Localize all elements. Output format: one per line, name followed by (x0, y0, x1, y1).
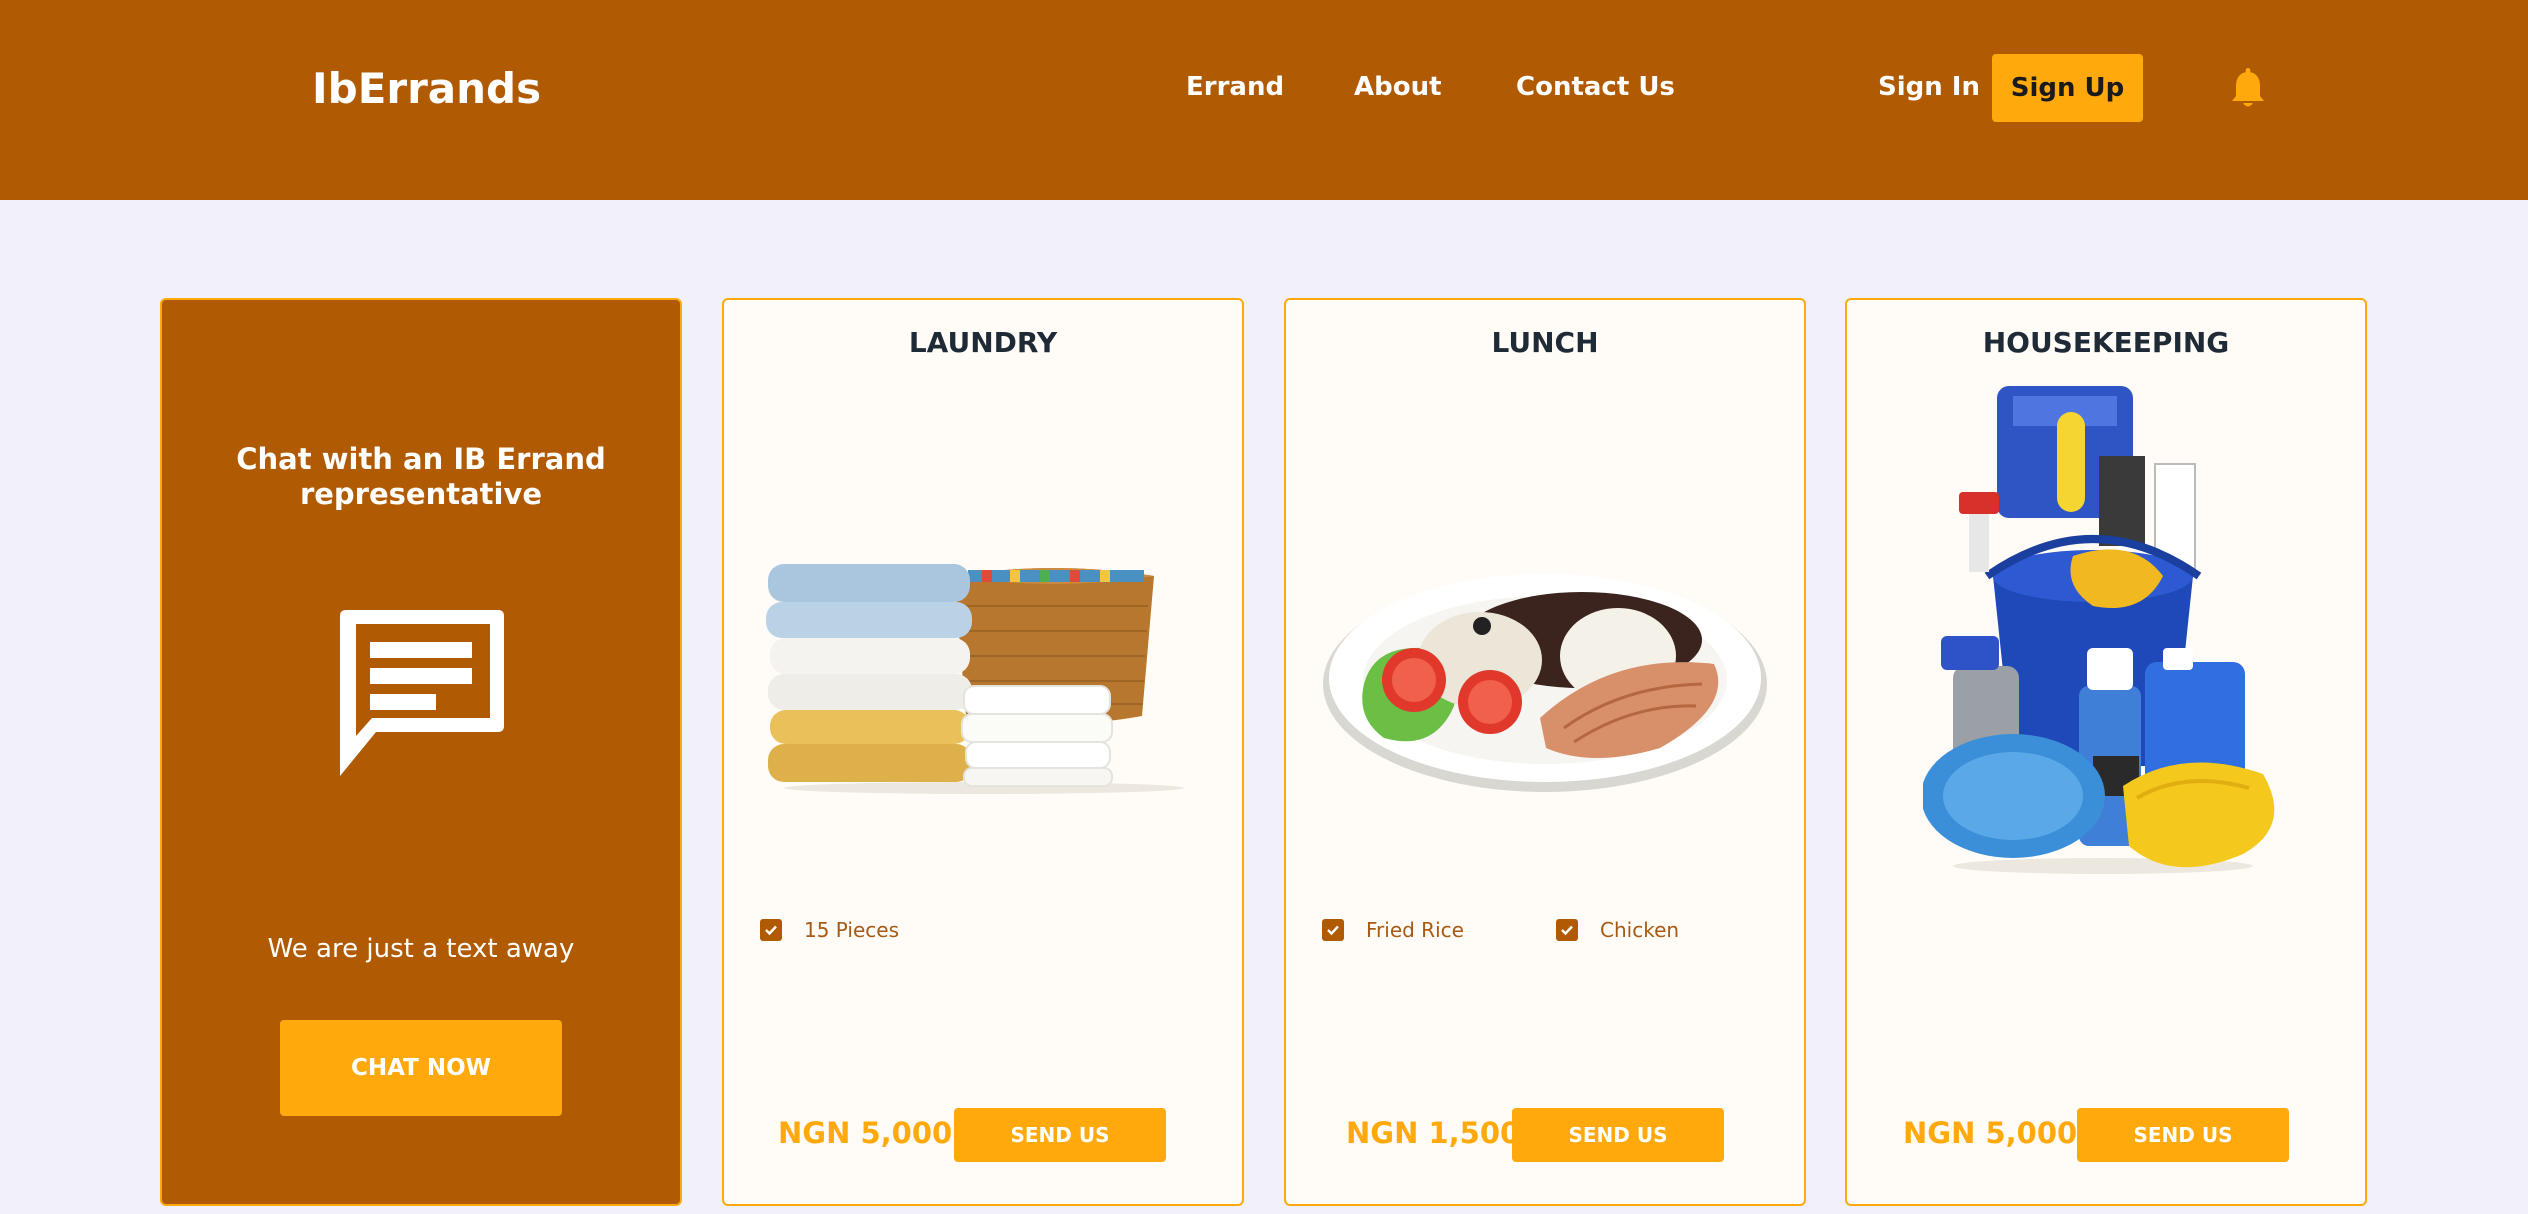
option-chicken[interactable]: Chicken (1556, 918, 1679, 942)
navbar: IbErrands Errand About Contact Us Sign I… (0, 0, 2528, 200)
service-card-laundry: LAUNDRY 15 Pieces NGN 5,000 SEND US (722, 298, 1244, 1206)
laundry-image (764, 556, 1204, 800)
chat-card-title: Chat with an IB Errand representative (236, 442, 606, 511)
send-us-button[interactable]: SEND US (2077, 1108, 2289, 1162)
service-card-lunch: LUNCH Fried Rice Chicken NGN 1,500 SEND … (1284, 298, 1806, 1206)
option-15-pieces[interactable]: 15 Pieces (760, 918, 899, 942)
service-title: LUNCH (1491, 326, 1599, 359)
option-fried-rice[interactable]: Fried Rice (1322, 918, 1464, 942)
chat-message-icon (336, 606, 508, 776)
checkbox-checked-icon[interactable] (760, 919, 782, 941)
option-label: Fried Rice (1366, 918, 1464, 942)
housekeeping-image (1921, 386, 2283, 880)
send-us-button[interactable]: SEND US (1512, 1108, 1724, 1162)
nav-link-contact-us[interactable]: Contact Us (1516, 72, 1675, 102)
chat-card-subtitle: We are just a text away (267, 934, 575, 964)
checkbox-checked-icon[interactable] (1322, 919, 1344, 941)
checkbox-checked-icon[interactable] (1556, 919, 1578, 941)
option-label: Chicken (1600, 918, 1680, 942)
service-price: NGN 5,000 (1903, 1116, 2078, 1150)
chat-now-button[interactable]: CHAT NOW (280, 1020, 562, 1116)
bell-icon[interactable] (2224, 66, 2272, 114)
send-us-button[interactable]: SEND US (954, 1108, 1166, 1162)
brand-logo[interactable]: IbErrands (312, 64, 541, 113)
sign-in-link[interactable]: Sign In (1878, 72, 1980, 102)
service-title: HOUSEKEEPING (1982, 326, 2230, 359)
lunch-image (1322, 556, 1768, 800)
service-price: NGN 1,500 (1346, 1116, 1521, 1150)
service-price: NGN 5,000 (778, 1116, 953, 1150)
service-title: LAUNDRY (908, 326, 1058, 359)
option-label: 15 Pieces (804, 918, 900, 942)
chat-card: Chat with an IB Errand representative We… (160, 298, 682, 1206)
nav-link-about[interactable]: About (1354, 72, 1442, 102)
sign-up-button[interactable]: Sign Up (1992, 54, 2143, 122)
service-card-housekeeping: HOUSEKEEPING NGN 5,000 SEND US (1845, 298, 2367, 1206)
nav-link-errand[interactable]: Errand (1186, 72, 1284, 102)
